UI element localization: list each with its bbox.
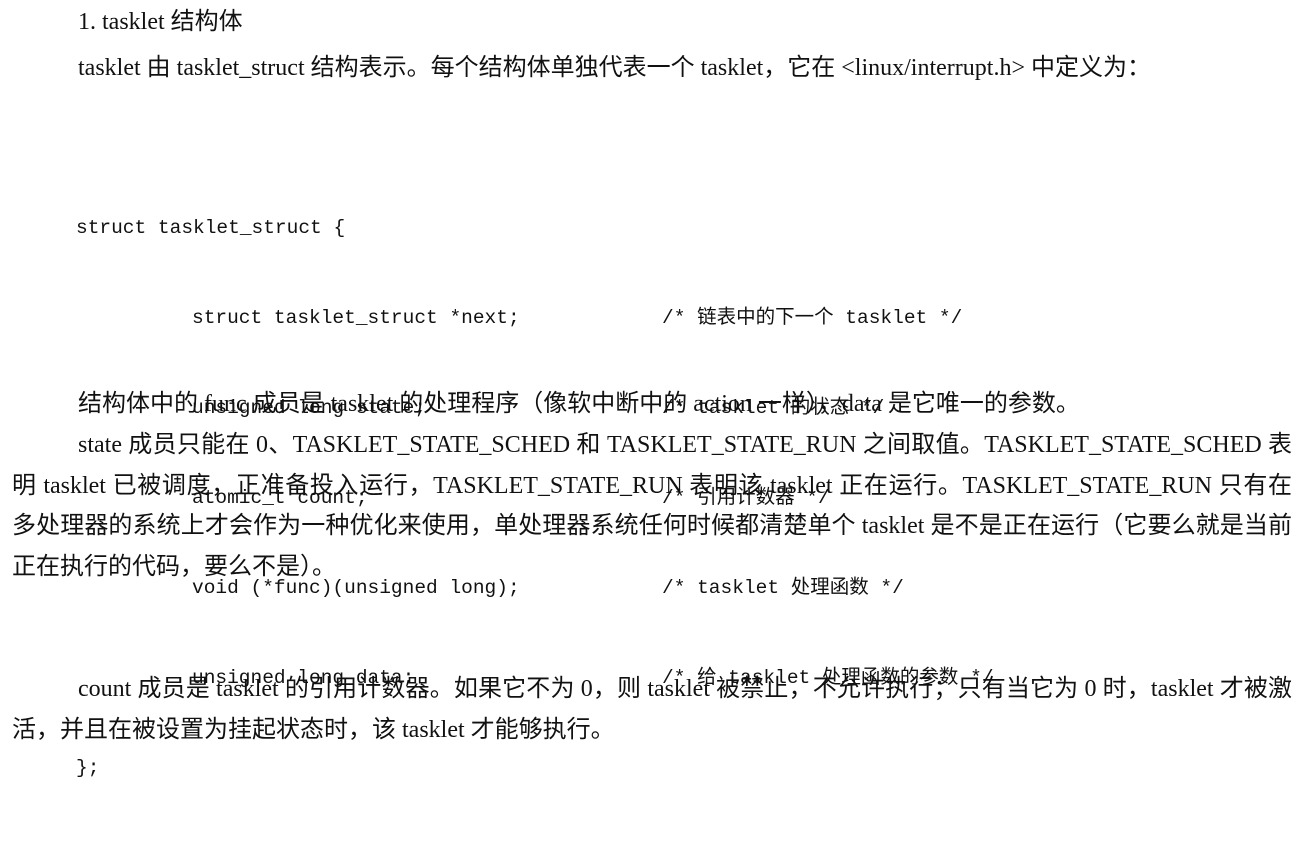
code-line-next: struct tasklet_struct *next; /* 链表中的下一个 … xyxy=(76,303,962,333)
section-heading: 1. tasklet 结构体 xyxy=(78,9,243,35)
intro-paragraph: tasklet 由 tasklet_struct 结构表示。每个结构体单独代表一… xyxy=(78,55,1151,81)
func-data-paragraph: 结构体中的 func 成员是 tasklet 的处理程序（像软中断中的 acti… xyxy=(78,391,1080,417)
state-paragraph: state 成员只能在 0、TASKLET_STATE_SCHED 和 TASK… xyxy=(12,432,1292,580)
document-page: 1. tasklet 结构体 tasklet 由 tasklet_struct … xyxy=(0,0,1308,779)
code-comment-next: /* 链表中的下一个 tasklet */ xyxy=(662,307,963,329)
code-line-open: struct tasklet_struct { xyxy=(76,213,345,243)
count-paragraph: count 成员是 tasklet 的引用计数器。如果它不为 0，则 taskl… xyxy=(12,676,1292,743)
code-struct-open: struct tasklet_struct { xyxy=(76,217,346,239)
code-field-next: struct tasklet_struct *next; xyxy=(192,307,520,329)
code-line-close: }; xyxy=(76,753,146,783)
code-struct-close: }; xyxy=(76,757,100,779)
